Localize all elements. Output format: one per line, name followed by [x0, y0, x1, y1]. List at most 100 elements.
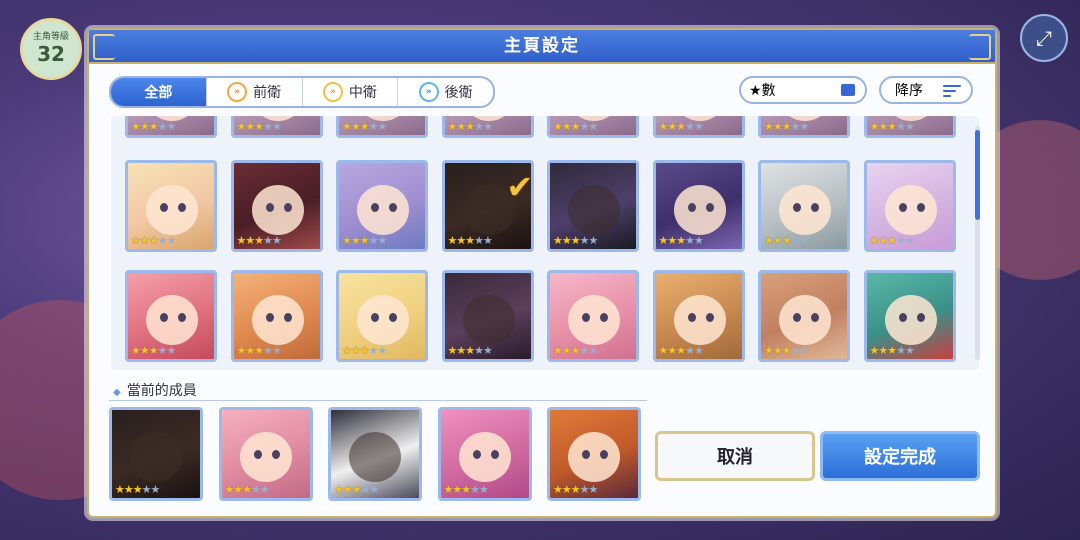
character-card[interactable]: ★★★★★: [230, 270, 323, 362]
character-card[interactable]: ★★★★★: [863, 116, 956, 138]
eye: [582, 450, 590, 459]
role-filter-tabs: 全部 » 前衛 » 中衛 » 後衛: [109, 76, 495, 108]
character-portrait: [130, 432, 182, 482]
checkmark-icon: ✔: [506, 168, 534, 206]
eye: [389, 313, 397, 322]
cancel-button[interactable]: 取消: [655, 431, 815, 481]
character-portrait: [673, 295, 726, 345]
eye: [389, 203, 397, 212]
character-card[interactable]: ★★★★★: [758, 270, 850, 362]
rarity-stars: ★★★★★: [869, 120, 915, 133]
character-card[interactable]: ★★★★★: [547, 407, 641, 501]
expand-icon[interactable]: ⤢: [1020, 14, 1068, 62]
character-roster[interactable]: ★★★★★ ★★★★★ ★★★★★ ★★★★★ ★★★★★ ★★★★★ ★★★★★ ★★★★★…: [111, 116, 979, 370]
tab-label: 後衛: [444, 85, 473, 101]
tab-front[interactable]: » 前衛: [207, 78, 303, 106]
roster-scrollbar[interactable]: [975, 126, 980, 360]
filter-label: ★數: [749, 83, 776, 99]
eye: [160, 203, 168, 212]
eye: [705, 203, 714, 212]
character-card[interactable]: ★★★★★: [758, 160, 850, 252]
character-card[interactable]: ★★★★★: [547, 160, 639, 252]
eye: [898, 203, 907, 212]
character-card[interactable]: ★★★★★: [437, 407, 532, 501]
character-portrait: [357, 295, 409, 345]
eye: [600, 313, 608, 322]
tab-back[interactable]: » 後衛: [398, 78, 493, 106]
character-card[interactable]: ★★★★★: [230, 116, 323, 138]
character-portrait: [458, 432, 511, 482]
sort-order-button[interactable]: 降序: [879, 76, 973, 104]
rarity-stars: ★★★★★: [764, 344, 809, 357]
character-card[interactable]: ★★★★★: [336, 160, 428, 252]
rarity-stars: ★★★★★: [131, 344, 176, 357]
tab-middle[interactable]: » 中衛: [303, 78, 399, 106]
eye: [265, 313, 274, 322]
character-card[interactable]: ★★★★★: [125, 160, 217, 252]
character-portrait: [251, 295, 304, 345]
rarity-stars: ★★★★★: [342, 234, 387, 247]
eye: [916, 313, 925, 322]
current-members-label: 當前的成員: [113, 380, 197, 400]
eye: [472, 450, 481, 459]
character-card[interactable]: ★★★★★: [652, 160, 745, 252]
rarity-stars: ★★★★★: [869, 234, 915, 247]
character-card[interactable]: ★★★★★: [218, 407, 313, 501]
character-card[interactable]: ★★★★★: [863, 160, 956, 252]
eye: [687, 203, 696, 212]
eye: [283, 203, 292, 212]
eye: [793, 203, 801, 212]
level-label: 主角等級: [32, 32, 69, 42]
character-card[interactable]: ★★★★★: [336, 116, 428, 138]
character-portrait: [462, 295, 515, 345]
character-card[interactable]: ★★★★★: [125, 116, 217, 138]
character-portrait: [349, 432, 401, 482]
character-card[interactable]: ★★★★★: [328, 407, 422, 501]
eye: [371, 203, 379, 212]
rarity-stars: ★★★★★: [658, 234, 704, 247]
front-role-icon: »: [227, 82, 248, 102]
character-card[interactable]: ★★★★★: [652, 116, 745, 138]
character-card[interactable]: ★★★★★: [758, 116, 850, 138]
rarity-stars: ★★★★★: [553, 483, 598, 496]
eye: [705, 313, 714, 322]
level-value: 32: [37, 42, 65, 66]
eye: [490, 450, 499, 459]
character-card[interactable]: ★★★★★: [547, 270, 639, 362]
player-level-badge: 主角等級 32: [20, 18, 82, 80]
character-portrait: [239, 432, 292, 482]
character-portrait: [568, 432, 620, 482]
middle-role-icon: »: [322, 82, 343, 102]
tab-label: 全部: [144, 85, 173, 101]
eye: [271, 450, 280, 459]
rarity-stars: ★★★★★: [658, 344, 704, 357]
rarity-stars: ★★★★★: [447, 120, 493, 133]
character-card[interactable]: ★★★★★: [109, 407, 203, 501]
character-card[interactable]: ★★★★★: [863, 270, 956, 362]
character-card[interactable]: ★★★★★: [230, 160, 323, 252]
eye: [687, 313, 696, 322]
scrollbar-thumb[interactable]: [975, 130, 980, 220]
rarity-stars: ★★★★★: [342, 120, 387, 133]
rarity-stars: ★★★★★: [443, 483, 489, 496]
character-portrait: [673, 185, 726, 235]
tab-label: 中衛: [348, 85, 377, 101]
dialog-title: 主頁設定: [89, 30, 995, 64]
star-count-filter-button[interactable]: ★數: [739, 76, 867, 104]
tab-all[interactable]: 全部: [111, 78, 207, 106]
character-card[interactable]: ★★★★★: [652, 270, 745, 362]
sort-icon: [943, 85, 961, 100]
character-card[interactable]: ★★★★★ ✔: [441, 160, 534, 252]
character-card[interactable]: ★★★★★: [336, 270, 428, 362]
rarity-stars: ★★★★★: [334, 483, 379, 496]
eye: [898, 313, 907, 322]
divider: [109, 400, 647, 401]
character-card[interactable]: ★★★★★: [441, 270, 534, 362]
confirm-button[interactable]: 設定完成: [820, 431, 980, 481]
rarity-stars: ★★★★★: [131, 234, 176, 247]
character-card[interactable]: ★★★★★: [547, 116, 639, 138]
eye: [371, 313, 379, 322]
character-card[interactable]: ★★★★★: [441, 116, 534, 138]
character-portrait: [779, 185, 831, 235]
character-card[interactable]: ★★★★★: [125, 270, 217, 362]
